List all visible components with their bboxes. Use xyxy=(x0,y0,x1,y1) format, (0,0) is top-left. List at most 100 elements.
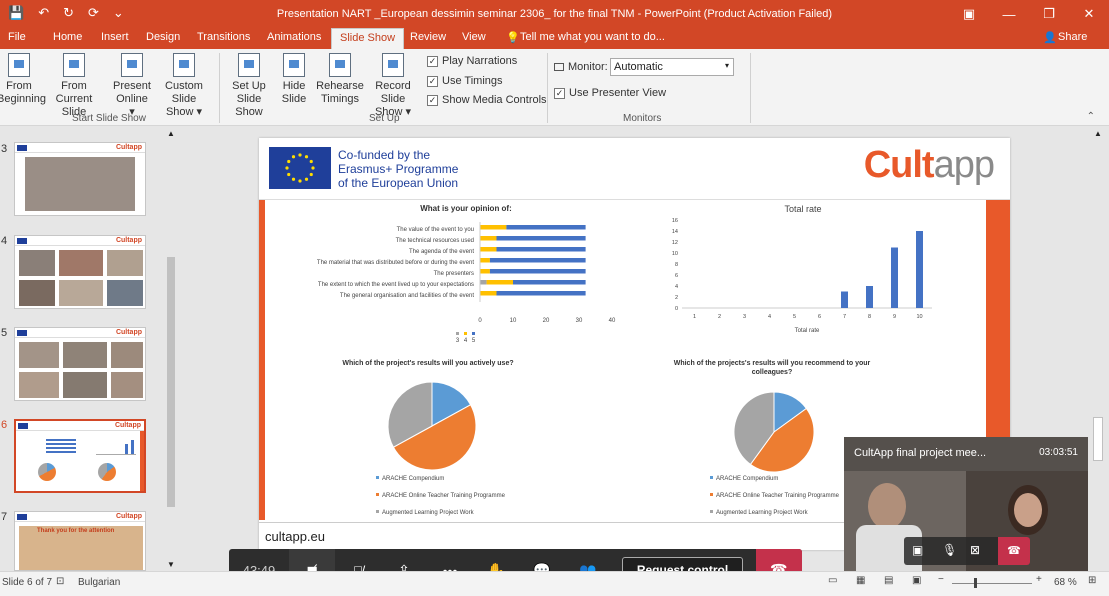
camera-icon[interactable]: ▣ xyxy=(912,543,923,557)
tab-transitions[interactable]: Transitions xyxy=(197,31,250,43)
tick-label: 30 xyxy=(576,318,583,324)
tell-me-search[interactable]: Tell me what you want to do... xyxy=(520,31,665,43)
minimize-button[interactable]: — xyxy=(989,0,1029,28)
collapse-ribbon-icon[interactable]: ⌃ xyxy=(1087,111,1095,122)
zoom-out-icon[interactable]: − xyxy=(938,574,944,585)
category-label: The agenda of the event xyxy=(409,249,474,255)
rehearse-timings-button[interactable]: Rehearse Timings xyxy=(316,53,364,106)
hide-slide-button[interactable]: Hide Slide xyxy=(278,53,310,106)
hang-up-icon[interactable]: ☎ xyxy=(998,537,1030,565)
legend-label: Augmented Learning Project Work xyxy=(716,510,809,516)
ribbon: From Beginning From Current Slide Present O… xyxy=(0,49,1109,126)
custom-show-icon xyxy=(173,53,195,77)
bar-segment xyxy=(506,225,586,230)
slide-thumbnail-4[interactable] xyxy=(14,235,146,309)
bar-segment xyxy=(480,236,497,241)
scroll-down-icon[interactable]: ▼ xyxy=(167,560,175,569)
language-indicator[interactable]: Bulgarian xyxy=(78,577,120,588)
spellcheck-icon[interactable]: ⊡ xyxy=(56,576,64,587)
legend-label: ARACHE Compendium xyxy=(716,476,778,482)
tab-review[interactable]: Review xyxy=(410,31,446,43)
stop-share-icon[interactable]: ⊠ xyxy=(970,543,980,557)
tick-label: 9 xyxy=(893,314,896,320)
restore-button[interactable]: ❐ xyxy=(1029,0,1069,28)
group-label: Start Slide Show xyxy=(72,113,146,124)
slide-sorter-icon[interactable]: ▦ xyxy=(856,575,865,586)
chart-title: colleagues? xyxy=(752,369,792,376)
legend-swatch xyxy=(376,493,379,496)
eu-star-icon xyxy=(291,177,296,181)
slide-thumbnail-6[interactable] xyxy=(14,419,146,493)
group-separator xyxy=(219,53,220,123)
share-button[interactable]: Share xyxy=(1058,31,1087,43)
tab-slide-show[interactable]: Slide Show xyxy=(331,28,405,49)
slide-thumbnail-5[interactable] xyxy=(14,327,146,401)
slideshow-current-icon xyxy=(63,53,85,77)
custom-slide-show-button[interactable]: Custom Slide Show ▾ xyxy=(152,53,216,119)
scroll-up-icon[interactable]: ▲ xyxy=(1094,129,1102,138)
setup-icon xyxy=(238,53,260,77)
tick-label: 4 xyxy=(768,314,771,320)
tick-label: 40 xyxy=(609,318,616,324)
scroll-up-icon[interactable]: ▲ xyxy=(167,129,175,138)
tab-design[interactable]: Design xyxy=(146,31,180,43)
set-up-slide-show-button[interactable]: Set Up Slide Show xyxy=(222,53,276,119)
bar-segment xyxy=(496,291,586,296)
group-label: Monitors xyxy=(623,113,662,124)
show-media-controls-checkbox[interactable]: ✓ Show Media Controls xyxy=(427,94,547,106)
footer-url: cultapp.eu xyxy=(265,529,325,544)
close-button[interactable]: ✕ xyxy=(1069,0,1109,28)
legend-label: ARACHE Online Teacher Training Programme xyxy=(716,493,840,499)
legend-label: Augmented Learning Project Work xyxy=(382,510,475,516)
legend-swatch xyxy=(710,476,713,479)
eu-stars-icon xyxy=(285,153,315,183)
use-timings-checkbox[interactable]: ✓ Use Timings xyxy=(427,75,503,87)
lightbulb-icon: 💡 xyxy=(506,32,520,44)
zoom-slider[interactable] xyxy=(952,578,1032,588)
eu-star-icon xyxy=(298,179,302,183)
zoom-slider-thumb[interactable] xyxy=(974,578,977,588)
slide-thumbnail-7[interactable]: Thank you for the attention xyxy=(14,511,146,571)
slide-thumbnail-3[interactable] xyxy=(14,142,146,216)
tab-insert[interactable]: Insert xyxy=(101,31,129,43)
tab-view[interactable]: View xyxy=(462,31,486,43)
use-presenter-view-checkbox[interactable]: ✓ Use Presenter View xyxy=(554,87,666,99)
video-call-window[interactable]: CultApp final project mee... 03:03:51 ▣ … xyxy=(844,437,1088,577)
record-icon xyxy=(382,53,404,77)
legend-swatch xyxy=(456,332,459,335)
from-current-slide-button[interactable]: From Current Slide xyxy=(42,53,106,119)
bar-segment xyxy=(480,225,507,230)
slideshow-view-icon[interactable]: ▣ xyxy=(912,575,921,586)
eu-star-icon xyxy=(287,159,291,164)
zoom-level[interactable]: 68 % xyxy=(1054,577,1077,588)
zoom-in-icon[interactable]: + xyxy=(1036,574,1042,585)
play-narrations-checkbox[interactable]: ✓ Play Narrations xyxy=(427,55,517,67)
mic-icon[interactable]: 🎙 xyxy=(942,543,957,557)
slide-number: 7 xyxy=(1,511,8,523)
legend-label: ARACHE Online Teacher Training Programme xyxy=(382,493,506,499)
present-online-button[interactable]: Present Online ▾ xyxy=(112,53,152,119)
tick-label: 3 xyxy=(743,314,746,320)
slide-counter: Slide 6 of 7 xyxy=(2,577,53,588)
tab-animations[interactable]: Animations xyxy=(267,31,321,43)
scroll-thumb[interactable] xyxy=(167,257,175,507)
from-beginning-button[interactable]: From Beginning xyxy=(0,53,46,106)
bar-segment xyxy=(480,291,497,296)
reading-view-icon[interactable]: ▭ xyxy=(828,575,837,586)
bar-segment xyxy=(496,247,586,252)
normal-view-icon[interactable]: ▤ xyxy=(884,575,893,586)
fit-slide-icon[interactable]: ⊞ xyxy=(1088,575,1096,586)
legend-swatch xyxy=(710,510,713,513)
category-label: The presenters xyxy=(434,271,474,277)
scroll-thumb[interactable] xyxy=(1093,417,1103,461)
record-slide-show-button[interactable]: Record Slide Show ▾ xyxy=(362,53,424,119)
title-bar: 💾 ↶ ↻ ⟳ ⌄ Presentation NART _European de… xyxy=(0,0,1109,28)
tab-home[interactable]: Home xyxy=(53,31,82,43)
slide-scrollbar[interactable]: ▲ xyxy=(1088,127,1109,571)
mini-call-controls: ▣ 🎙 ⊠ ☎ xyxy=(904,537,1030,565)
tab-file[interactable]: File xyxy=(8,31,26,43)
ribbon-display-options-icon[interactable]: ▣ xyxy=(949,0,989,28)
thumbnail-scrollbar[interactable]: ▲ ▼ xyxy=(164,127,178,571)
monitor-select[interactable]: Automatic ▾ xyxy=(610,58,734,76)
tick-label: 5 xyxy=(793,314,796,320)
